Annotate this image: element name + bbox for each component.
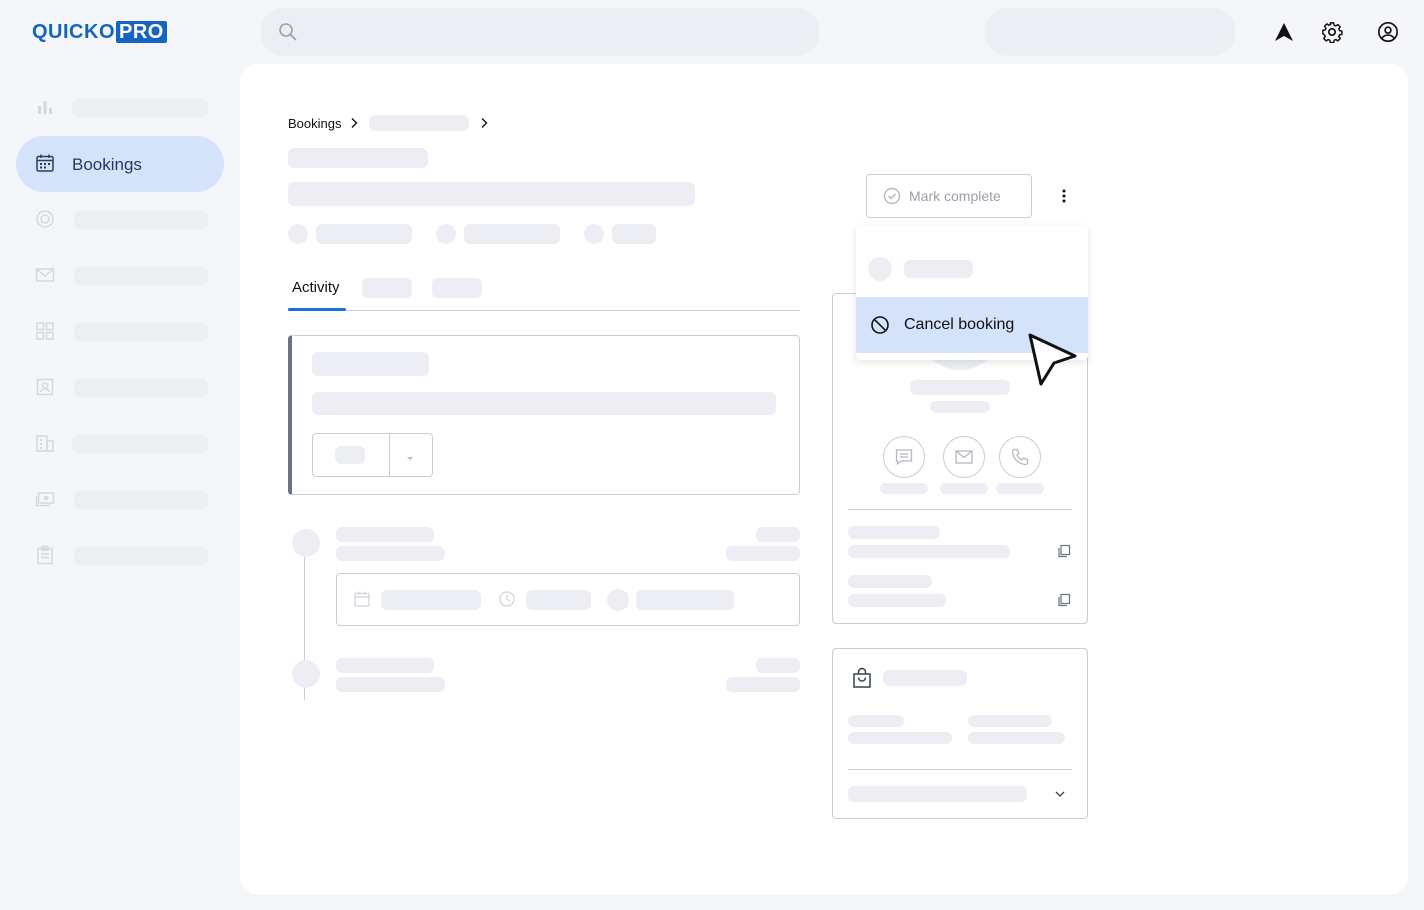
sidebar-item-contacts[interactable] [16, 360, 224, 416]
order-card [832, 648, 1088, 819]
block-icon [870, 315, 890, 335]
order-field-label [848, 715, 904, 727]
building-icon [34, 432, 56, 454]
mouse-cursor-icon [1027, 332, 1079, 393]
order-field-value [968, 732, 1065, 744]
field-label [848, 575, 932, 588]
sidebar-item-bookings[interactable]: Bookings [16, 136, 224, 192]
timeline-item-date [726, 546, 800, 561]
sidebar-item-label: Bookings [72, 155, 142, 174]
account-circle-icon[interactable] [1374, 18, 1402, 46]
gear-icon[interactable] [1318, 18, 1346, 46]
order-title [883, 670, 967, 686]
timeline-dot [292, 660, 320, 688]
timeline-item-title [336, 527, 434, 542]
divider [848, 509, 1072, 510]
timeline-dot [292, 529, 320, 557]
split-button[interactable] [312, 433, 433, 477]
meta-icon [436, 224, 456, 244]
page-subtitle [288, 148, 428, 168]
chat-icon [894, 447, 914, 467]
clipboard-icon [34, 544, 56, 566]
logo-text: QUICKO [32, 20, 115, 43]
timeline-item-time [756, 658, 800, 673]
menu-item-skeleton[interactable] [904, 260, 973, 278]
phone-icon [1010, 447, 1030, 467]
call-button[interactable] [999, 436, 1041, 478]
breadcrumb: Bookings [288, 114, 489, 132]
mail-icon [954, 447, 974, 467]
meta-value [316, 224, 412, 244]
field-value [848, 594, 946, 607]
check-circle-icon [883, 187, 901, 205]
header-selector[interactable] [984, 8, 1236, 56]
clock-icon [498, 590, 516, 613]
contact-card-icon [34, 376, 56, 398]
tab-divider [288, 310, 800, 311]
tab-active-indicator [288, 308, 346, 311]
calendar-icon [34, 152, 56, 174]
email-button[interactable] [943, 436, 985, 478]
timeline-item-title [336, 658, 434, 673]
search-icon [278, 22, 298, 47]
search-input[interactable] [260, 8, 820, 56]
chevron-down-icon[interactable] [405, 450, 415, 468]
menu-item-icon [868, 257, 892, 281]
copy-icon[interactable] [1057, 593, 1071, 612]
sidebar-item-messages[interactable] [16, 248, 224, 304]
sidebar-item-forms[interactable] [16, 528, 224, 584]
breadcrumb-current[interactable] [369, 115, 470, 131]
cancel-booking-label: Cancel booking [904, 316, 1015, 333]
cash-icon [34, 488, 56, 510]
chevron-right-icon [349, 117, 359, 129]
navigation-arrow-icon[interactable] [1270, 18, 1298, 46]
shopping-bag-icon [851, 667, 873, 694]
tab-activity-label: Activity [292, 279, 340, 296]
grid-icon [34, 320, 56, 342]
field-label [848, 526, 940, 539]
booking-details-card [336, 573, 800, 626]
order-summary [848, 786, 1027, 802]
customer-meta [930, 401, 990, 413]
field-value [848, 545, 1010, 558]
calendar-icon [353, 590, 371, 613]
note-card [288, 335, 800, 495]
copy-icon[interactable] [1057, 544, 1071, 563]
mark-complete-label: Mark complete [909, 188, 1001, 204]
sidebar-item-payments[interactable] [16, 472, 224, 528]
timeline-item-subtitle [336, 677, 445, 692]
order-field-label [968, 715, 1052, 727]
target-icon [34, 208, 56, 230]
more-vertical-icon[interactable] [1052, 184, 1076, 208]
breadcrumb-bookings[interactable]: Bookings [288, 116, 341, 131]
tab-2[interactable] [362, 278, 412, 298]
sidebar-item-goals[interactable] [16, 192, 224, 248]
message-button[interactable] [883, 436, 925, 478]
order-field-value [848, 732, 952, 744]
tab-activity[interactable]: Activity [292, 279, 340, 297]
tab-3[interactable] [432, 278, 482, 298]
timeline-item-date [726, 677, 800, 692]
logo-pro-badge: PRO [116, 21, 167, 43]
sidebar-item-analytics[interactable] [16, 80, 224, 136]
page-title [288, 182, 695, 206]
meta-icon [288, 224, 308, 244]
sidebar-item-locations[interactable] [16, 416, 224, 472]
meta-value [612, 224, 656, 244]
timeline-item-time [756, 527, 800, 542]
customer-name [910, 380, 1010, 395]
mark-complete-button[interactable]: Mark complete [866, 174, 1032, 218]
sidebar-item-apps[interactable] [16, 304, 224, 360]
mail-icon [34, 264, 56, 286]
meta-value [464, 224, 560, 244]
bar-chart-icon [34, 96, 56, 118]
timeline-item-subtitle [336, 546, 445, 561]
app-logo[interactable]: QUICKO PRO [32, 21, 167, 43]
chevron-down-icon[interactable] [1053, 787, 1067, 806]
divider [848, 769, 1072, 770]
meta-icon [584, 224, 604, 244]
chevron-right-icon [479, 117, 489, 129]
